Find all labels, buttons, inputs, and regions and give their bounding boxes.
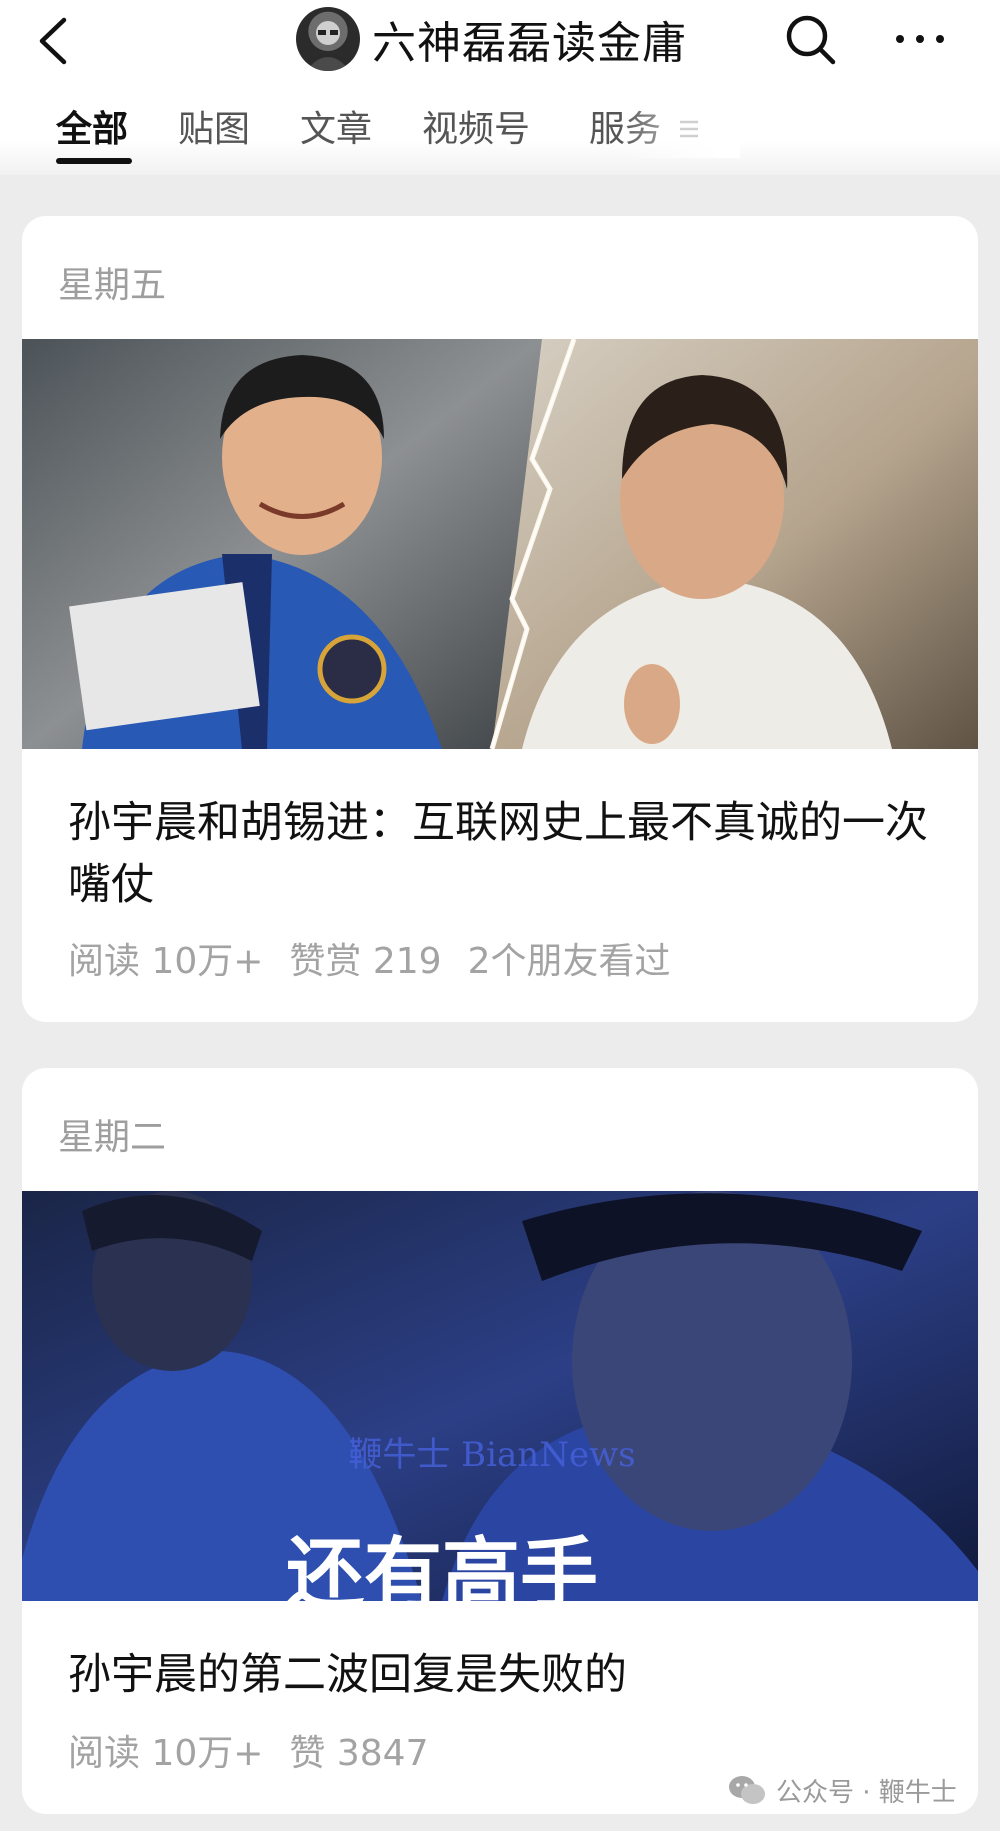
- article-title[interactable]: 孙宇晨和胡锡进：互联网史上最不真诚的一次嘴仗: [68, 792, 948, 916]
- account-name: 六神磊磊读金庸: [372, 18, 687, 69]
- watermark-text: 公众号 · 鞭牛士: [776, 1777, 957, 1808]
- like-count: 赞 3847: [289, 1733, 429, 1774]
- tab-channels[interactable]: 视频号: [422, 100, 530, 152]
- article-date: 星期二: [58, 1117, 167, 1158]
- article-cover-image[interactable]: 鞭牛士 BianNews 还有高手: [22, 1191, 978, 1601]
- reward-count: 赞赏 219: [289, 941, 442, 982]
- article-title[interactable]: 孙宇晨的第二波回复是失败的: [68, 1644, 948, 1706]
- wechat-icon: [729, 1776, 765, 1804]
- more-options-icon[interactable]: [892, 24, 948, 54]
- tab-all[interactable]: 全部: [56, 100, 132, 164]
- account-avatar[interactable]: [296, 7, 360, 71]
- article-card[interactable]: 星期五 孙宇晨和胡锡进：互联网史上最不真诚的一次嘴仗 阅读 10万+ 赞赏 21…: [22, 216, 978, 1022]
- tab-label: 贴图: [178, 109, 251, 150]
- cover-watermark: 鞭牛士 BianNews: [348, 1435, 635, 1475]
- tab-label: 文章: [300, 109, 373, 150]
- tab-label: 全部: [56, 109, 129, 150]
- tab-images[interactable]: 贴图: [178, 100, 250, 152]
- article-cover-image[interactable]: [22, 339, 978, 749]
- top-bar: 六神磊磊读金庸 全部 贴图 文章 视频号 服务: [0, 0, 1000, 175]
- read-count: 阅读 10万+: [68, 941, 264, 982]
- article-card[interactable]: 星期二 鞭牛士 BianNews 还有高手 孙宇晨的第二波回复是失败的 阅读 1…: [22, 1068, 978, 1814]
- article-stats: 阅读 10万+ 赞 3847: [68, 1724, 454, 1776]
- tab-articles[interactable]: 文章: [300, 100, 372, 152]
- menu-lines-icon[interactable]: [680, 118, 698, 140]
- back-arrow-icon[interactable]: [34, 14, 74, 68]
- account-header[interactable]: 六神磊磊读金庸: [296, 6, 687, 72]
- tab-label: 视频号: [422, 109, 531, 150]
- cover-headline: 还有高手: [286, 1530, 598, 1601]
- friends-viewed: 2个朋友看过: [467, 941, 671, 982]
- article-date: 星期五: [58, 265, 167, 306]
- active-tab-indicator: [56, 158, 132, 164]
- search-icon[interactable]: [783, 12, 839, 68]
- source-watermark: 公众号 · 鞭牛士: [728, 1768, 957, 1812]
- read-count: 阅读 10万+: [68, 1733, 264, 1774]
- article-stats: 阅读 10万+ 赞赏 219 2个朋友看过: [68, 932, 697, 984]
